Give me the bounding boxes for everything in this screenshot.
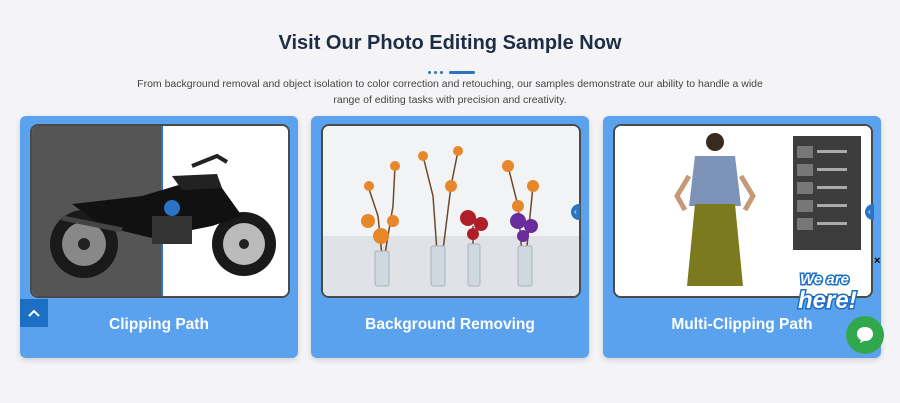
chevron-up-icon <box>28 309 40 317</box>
slider-prev-arrow[interactable]: ‹ <box>571 204 580 220</box>
slider-prev-arrow[interactable]: ‹ <box>865 204 874 220</box>
chevron-left-icon: ‹ <box>574 207 577 216</box>
sample-image-flowers <box>321 124 581 298</box>
sample-card-multi-clipping-path[interactable]: ‹ Multi-Clipping Path <box>603 116 881 358</box>
card-label: Clipping Path <box>109 316 209 333</box>
chat-badge-line1: We are <box>800 271 849 288</box>
sample-card-clipping-path[interactable]: Clipping Path <box>20 116 298 358</box>
section-description: From background removal and object isola… <box>137 78 763 106</box>
card-label: Multi-Clipping Path <box>671 316 813 333</box>
chat-open-button[interactable] <box>846 316 884 354</box>
chat-badge-line2: here! <box>798 287 857 314</box>
chat-badge: We are here! <box>797 270 859 315</box>
section-title: Visit Our Photo Editing Sample Now <box>278 32 622 54</box>
scroll-to-top-button[interactable] <box>20 299 48 327</box>
chat-bubble-icon <box>857 327 873 343</box>
sample-card-background-removing[interactable]: ‹ Background Removing <box>311 116 589 358</box>
sample-image-motorcycle <box>30 124 290 298</box>
card-label: Background Removing <box>365 316 535 333</box>
title-divider <box>428 70 475 74</box>
chevron-left-icon: ‹ <box>868 207 871 216</box>
